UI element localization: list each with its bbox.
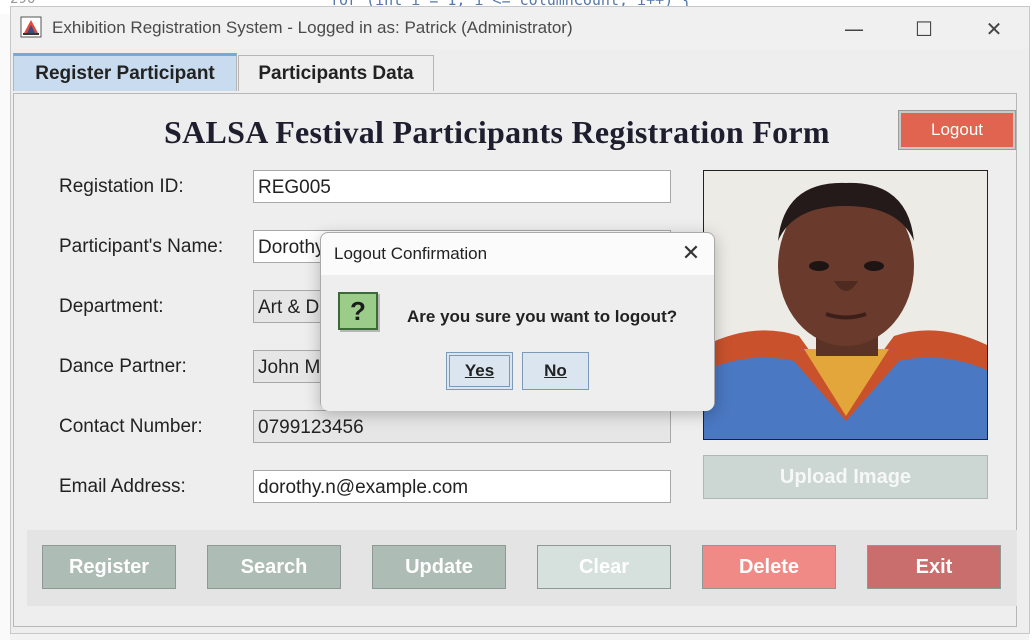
logout-confirmation-dialog: Logout Confirmation ✕ ? Are you sure you… — [320, 232, 715, 411]
clear-button[interactable]: Clear — [537, 545, 671, 589]
yes-button[interactable]: Yes — [446, 352, 513, 390]
register-button[interactable]: Register — [42, 545, 176, 589]
email-address-label: Email Address: — [59, 476, 186, 497]
question-icon: ? — [338, 292, 378, 330]
tab-participants-data[interactable]: Participants Data — [238, 55, 434, 91]
update-button[interactable]: Update — [372, 545, 506, 589]
window-title: Exhibition Registration System - Logged … — [52, 18, 573, 37]
exit-button[interactable]: Exit — [867, 545, 1001, 589]
dialog-body: ? Are you sure you want to logout? Yes N… — [321, 275, 714, 411]
maximize-button[interactable]: ☐ — [901, 11, 947, 47]
action-button-bar: Register Search Update Clear Delete Exit — [27, 530, 1017, 606]
logout-button[interactable]: Logout — [898, 110, 1016, 150]
minimize-button[interactable]: — — [831, 11, 877, 47]
registration-id-field[interactable]: REG005 — [253, 170, 671, 203]
contact-number-field[interactable]: 0799123456 — [253, 410, 671, 443]
registration-id-label: Registation ID: — [59, 176, 184, 197]
delete-button[interactable]: Delete — [702, 545, 836, 589]
no-button[interactable]: No — [522, 352, 589, 390]
department-label: Department: — [59, 296, 164, 317]
contact-number-label: Contact Number: — [59, 416, 203, 437]
dialog-close-button[interactable]: ✕ — [677, 239, 705, 267]
dialog-title: Logout Confirmation — [334, 244, 488, 263]
title-bar[interactable]: Exhibition Registration System - Logged … — [11, 7, 1029, 49]
java-app-icon — [20, 16, 42, 38]
participant-photo — [703, 170, 988, 440]
tab-register-participant[interactable]: Register Participant — [13, 53, 237, 91]
email-address-field[interactable]: dorothy.n@example.com — [253, 470, 671, 503]
upload-image-button[interactable]: Upload Image — [703, 455, 988, 499]
background-editor-left — [0, 0, 10, 640]
dialog-message: Are you sure you want to logout? — [407, 307, 678, 326]
form-title: SALSA Festival Participants Registration… — [164, 114, 830, 150]
dance-partner-label: Dance Partner: — [59, 356, 187, 377]
close-window-button[interactable]: ✕ — [971, 11, 1017, 47]
search-button[interactable]: Search — [207, 545, 341, 589]
participant-name-label: Participant's Name: — [59, 236, 224, 257]
